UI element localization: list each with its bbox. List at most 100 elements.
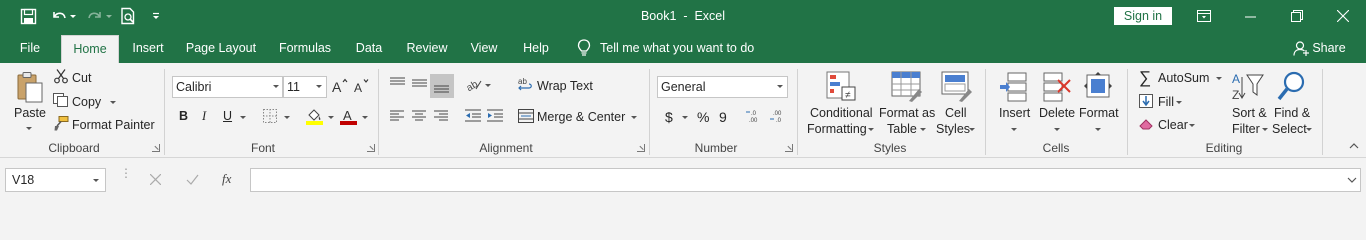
tab-insert[interactable]: Insert <box>124 33 172 63</box>
autosum-label[interactable]: AutoSum <box>1158 71 1209 85</box>
cell-styles-label-1[interactable]: Cell <box>945 106 967 120</box>
font-color-dropdown-icon[interactable] <box>362 116 368 119</box>
cell-styles-icon[interactable] <box>941 71 973 103</box>
bottom-align-icon[interactable] <box>434 81 449 93</box>
clear-eraser-icon[interactable] <box>1139 118 1154 130</box>
top-align-icon[interactable] <box>390 77 405 89</box>
autosum-dropdown-icon[interactable] <box>1216 77 1222 80</box>
currency-dropdown-icon[interactable] <box>682 116 688 119</box>
delete-cells-label[interactable]: Delete <box>1039 106 1075 120</box>
find-select-icon[interactable] <box>1277 71 1307 103</box>
borders-icon[interactable] <box>263 109 277 123</box>
tab-page-layout[interactable]: Page Layout <box>180 33 262 63</box>
increase-indent-icon[interactable] <box>487 109 503 122</box>
borders-dropdown-icon[interactable] <box>284 116 290 119</box>
tab-help[interactable]: Help <box>515 33 557 63</box>
tab-home[interactable]: Home <box>61 35 119 63</box>
paste-dropdown-icon[interactable] <box>26 127 32 130</box>
undo-icon[interactable] <box>50 8 68 25</box>
tab-review[interactable]: Review <box>400 33 454 63</box>
paste-label[interactable]: Paste <box>14 106 46 120</box>
underline-button[interactable]: U <box>223 109 232 123</box>
tab-formulas[interactable]: Formulas <box>272 33 338 63</box>
format-as-table-dropdown-icon[interactable] <box>920 128 926 131</box>
tab-file[interactable]: File <box>8 33 52 63</box>
fill-label[interactable]: Fill <box>1158 95 1174 109</box>
sort-filter-icon[interactable]: AZ <box>1232 71 1264 103</box>
autosum-sigma-icon[interactable]: ∑ <box>1139 68 1151 88</box>
font-launcher-icon[interactable] <box>367 144 375 152</box>
align-center-icon[interactable] <box>412 110 426 122</box>
sort-filter-dropdown-icon[interactable] <box>1262 128 1268 131</box>
customize-toolbar-icon[interactable] <box>152 12 160 20</box>
number-launcher-icon[interactable] <box>785 144 793 152</box>
percent-button[interactable]: % <box>697 109 709 125</box>
tab-data[interactable]: Data <box>348 33 390 63</box>
font-size-dropdown-icon[interactable] <box>316 85 322 88</box>
format-as-table-label-2[interactable]: Table <box>887 122 917 136</box>
undo-dropdown-icon[interactable] <box>70 15 76 18</box>
fill-down-icon[interactable] <box>1139 94 1153 108</box>
cut-icon[interactable] <box>54 69 68 84</box>
clear-dropdown-icon[interactable] <box>1189 124 1195 127</box>
copy-label[interactable]: Copy <box>72 95 101 109</box>
find-select-label-2[interactable]: Select <box>1272 122 1307 136</box>
decrease-decimal-icon[interactable]: .00.0 <box>770 109 786 123</box>
tab-view[interactable]: View <box>463 33 505 63</box>
fill-color-dropdown-icon[interactable] <box>328 116 334 119</box>
bold-button[interactable]: B <box>179 109 188 123</box>
share-button[interactable]: Share <box>1311 33 1347 63</box>
save-icon[interactable] <box>20 8 37 25</box>
cell-styles-dropdown-icon[interactable] <box>969 128 975 131</box>
wrap-text-button[interactable]: Wrap Text <box>537 79 593 93</box>
ribbon-display-options-icon[interactable] <box>1197 10 1211 22</box>
insert-function-icon[interactable]: fx <box>222 171 231 187</box>
conditional-formatting-icon[interactable]: ≠ <box>826 71 858 103</box>
close-icon[interactable] <box>1337 10 1349 22</box>
name-box[interactable]: V18 <box>5 168 106 192</box>
collapse-ribbon-icon[interactable] <box>1349 142 1359 149</box>
restore-icon[interactable] <box>1291 10 1303 22</box>
clipboard-launcher-icon[interactable] <box>152 144 160 152</box>
cell-styles-label-2[interactable]: Styles <box>936 122 970 136</box>
cut-label[interactable]: Cut <box>72 71 91 85</box>
conditional-formatting-label-2[interactable]: Formatting <box>807 122 867 136</box>
print-preview-icon[interactable] <box>120 7 137 25</box>
wrap-text-icon[interactable]: ab <box>518 77 533 92</box>
merge-center-button[interactable]: Merge & Center <box>537 110 625 124</box>
fill-color-icon[interactable] <box>306 108 324 125</box>
decrease-font-size-icon[interactable]: A <box>354 78 370 94</box>
insert-cells-dropdown-icon[interactable] <box>1011 128 1017 131</box>
delete-cells-icon[interactable] <box>1042 71 1072 103</box>
sort-filter-label-2[interactable]: Filter <box>1232 122 1260 136</box>
format-cells-label[interactable]: Format <box>1079 106 1119 120</box>
format-cells-dropdown-icon[interactable] <box>1095 128 1101 131</box>
name-box-dropdown-icon[interactable] <box>93 179 99 182</box>
format-painter-icon[interactable] <box>54 116 69 131</box>
number-format-dropdown-icon[interactable] <box>777 85 783 88</box>
clear-label[interactable]: Clear <box>1158 118 1188 132</box>
italic-button[interactable]: I <box>202 109 206 124</box>
format-cells-icon[interactable] <box>1083 71 1113 103</box>
paste-icon[interactable] <box>15 71 45 103</box>
tell-me-search[interactable]: Tell me what you want to do <box>600 33 760 63</box>
find-select-label-1[interactable]: Find & <box>1274 106 1310 120</box>
copy-dropdown-icon[interactable] <box>110 101 116 104</box>
align-right-icon[interactable] <box>434 110 448 122</box>
conditional-formatting-dropdown-icon[interactable] <box>868 128 874 131</box>
insert-cells-icon[interactable] <box>998 71 1028 103</box>
format-painter-label[interactable]: Format Painter <box>72 118 155 132</box>
insert-cells-label[interactable]: Insert <box>999 106 1030 120</box>
conditional-formatting-label-1[interactable]: Conditional <box>810 106 873 120</box>
orientation-icon[interactable]: ab <box>466 77 482 91</box>
increase-decimal-icon[interactable]: .0.00 <box>746 109 762 123</box>
merge-center-dropdown-icon[interactable] <box>631 116 637 119</box>
number-format-combo[interactable]: General <box>657 76 788 98</box>
comma-button[interactable]: 9 <box>719 109 727 125</box>
middle-align-icon[interactable] <box>412 77 427 89</box>
alignment-launcher-icon[interactable] <box>637 144 645 152</box>
increase-font-size-icon[interactable]: A <box>332 78 348 94</box>
minimize-icon[interactable] <box>1245 16 1256 18</box>
format-as-table-icon[interactable] <box>891 71 923 103</box>
sign-in-button[interactable]: Sign in <box>1114 7 1172 25</box>
